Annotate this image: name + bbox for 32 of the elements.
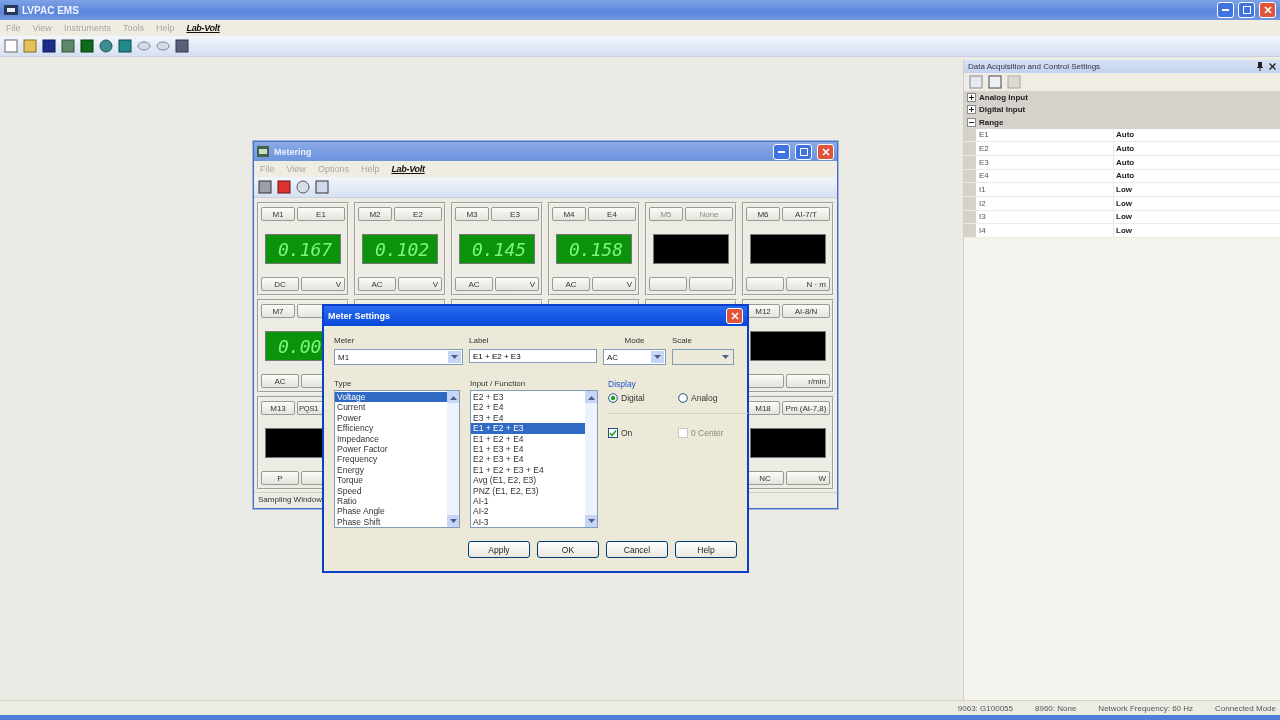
category-label: Digital Input xyxy=(979,105,1026,115)
radio-label: Digital xyxy=(621,393,645,403)
group-title: Display xyxy=(608,379,637,389)
checkbox-label: 0 Center xyxy=(691,428,724,438)
field-label: Label xyxy=(469,336,489,345)
field-label: Input / Function xyxy=(470,379,527,388)
status-text: 9063: G100055 xyxy=(957,703,1013,713)
property-name: I4 xyxy=(976,224,1114,237)
panel-title: Data Acquisition and Control Settings xyxy=(968,62,1102,71)
dialog-title: Meter Settings xyxy=(328,311,391,321)
status-text: 8960: None xyxy=(1035,703,1077,713)
status-text: Connected Mode xyxy=(1215,703,1276,713)
meter-display: 0.145 xyxy=(459,234,535,264)
field-label: Scale xyxy=(672,336,692,345)
status-text: Network Frequency: 60 Hz xyxy=(1098,703,1194,713)
meter-display: 0.102 xyxy=(362,234,438,264)
property-name: E2 xyxy=(976,142,1114,155)
window-title: LVPAC EMS xyxy=(22,4,80,16)
checkbox-label: On xyxy=(621,428,633,438)
category-label: Range xyxy=(979,117,1004,127)
property-name: I1 xyxy=(976,183,1114,196)
logo: Lab-Volt xyxy=(186,23,220,33)
category-label: Analog Input xyxy=(979,92,1028,102)
dropdown-value: AC xyxy=(607,352,619,362)
dropdown-value: M1 xyxy=(338,352,350,362)
logo: Lab-Volt xyxy=(391,164,425,174)
field-label: Type xyxy=(334,379,353,388)
radio-label: Analog xyxy=(691,393,718,403)
meter-display: 0.167 xyxy=(265,234,341,264)
meter-display: 0.158 xyxy=(556,234,632,264)
field-label: Mode xyxy=(624,336,645,345)
window-title: Metering xyxy=(274,146,313,157)
